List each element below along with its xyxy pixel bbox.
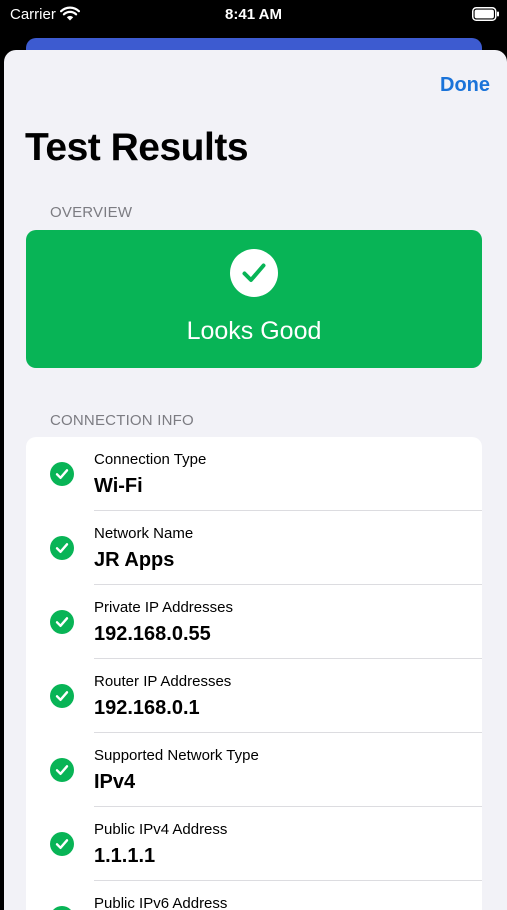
network-name-row: Network Name JR Apps [26, 511, 482, 585]
row-value: JR Apps [94, 549, 175, 571]
checkmark-circle-icon [53, 906, 71, 910]
row-label: Network Name [94, 525, 194, 542]
checkmark-circle-icon [50, 462, 74, 486]
public-ipv6-address-row: Public IPv6 Address [26, 881, 482, 910]
checkmark-circle-icon [50, 536, 74, 560]
row-label: Router IP Addresses [94, 673, 232, 690]
checkmark-circle-icon [50, 758, 74, 782]
checkmark-circle-icon [230, 249, 278, 297]
row-label: Public IPv4 Address [94, 821, 228, 838]
checkmark-circle-icon [50, 610, 74, 634]
status-bar: Carrier 8:41 AM [0, 0, 507, 30]
page-title: Test Results [25, 126, 249, 169]
connection-type-row: Connection Type Wi-Fi [26, 437, 482, 511]
row-value: 1.1.1.1 [94, 845, 156, 867]
test-results-sheet: Done Test Results OVERVIEW Looks Good CO… [4, 50, 507, 910]
checkmark-circle-icon [50, 684, 74, 708]
row-label: Connection Type [94, 451, 207, 468]
battery-icon [472, 7, 499, 21]
router-ip-addresses-row: Router IP Addresses 192.168.0.1 [26, 659, 482, 733]
public-ipv4-address-row: Public IPv4 Address 1.1.1.1 [26, 807, 482, 881]
row-value: Wi-Fi [94, 475, 143, 497]
row-label: Public IPv6 Address [94, 895, 228, 910]
row-label: Private IP Addresses [94, 599, 233, 616]
row-value: 192.168.0.1 [94, 697, 200, 719]
checkmark-circle-icon [50, 832, 74, 856]
supported-network-type-row: Supported Network Type IPv4 [26, 733, 482, 807]
overview-section-header: OVERVIEW [50, 204, 133, 221]
overview-status-text: Looks Good [186, 317, 322, 345]
row-value: IPv4 [94, 771, 136, 793]
private-ip-addresses-row: Private IP Addresses 192.168.0.55 [26, 585, 482, 659]
row-label: Supported Network Type [94, 747, 259, 764]
row-value: 192.168.0.55 [94, 623, 211, 645]
connection-info-section-header: CONNECTION INFO [50, 412, 194, 429]
status-time: 8:41 AM [225, 6, 282, 23]
overview-status-card: Looks Good [26, 230, 482, 368]
done-button[interactable]: Done [414, 74, 490, 97]
connection-info-list: Connection Type Wi-Fi Network Name JR Ap… [26, 437, 482, 910]
